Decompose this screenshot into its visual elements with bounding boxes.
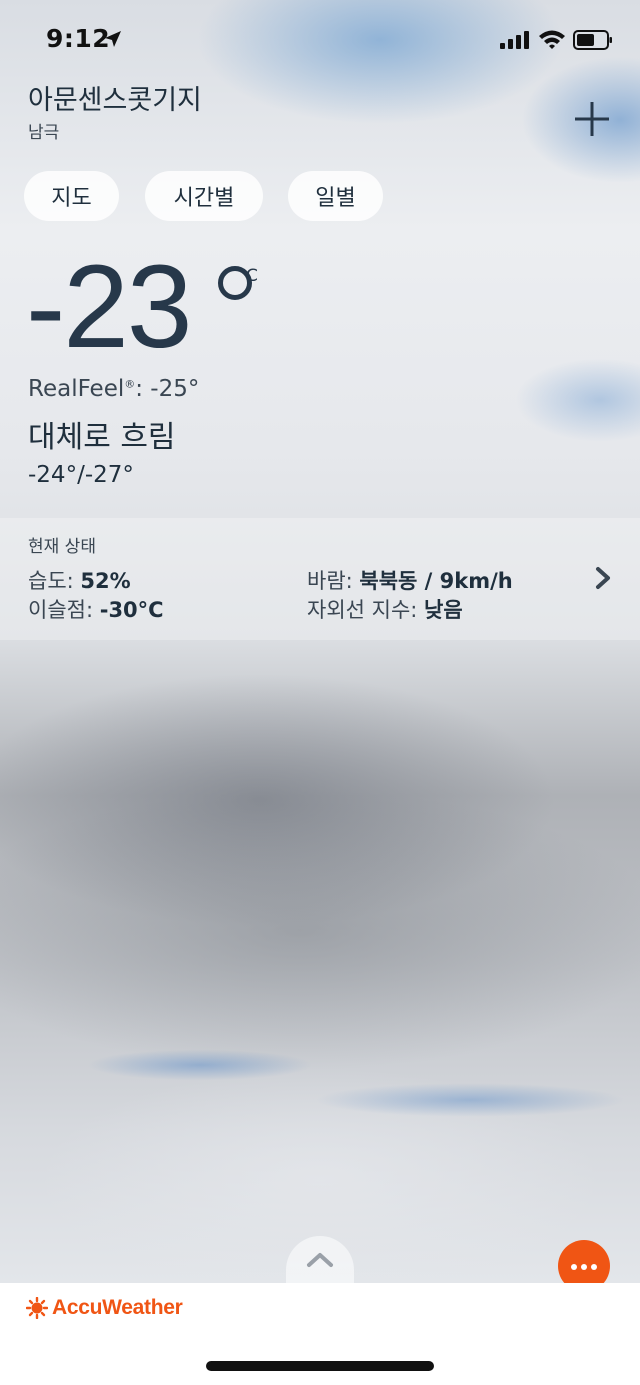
weather-condition: 대체로 흐림 (28, 420, 176, 455)
uv-label: 자외선 지수: (307, 598, 418, 622)
temperature-unit: C (246, 266, 258, 286)
realfeel-mark: ® (124, 377, 136, 391)
dew-point-value: -30°C (99, 598, 164, 622)
home-indicator[interactable] (206, 1361, 434, 1371)
wifi-icon (539, 30, 565, 49)
city-name: 아문센스콧기지 (28, 85, 202, 116)
current-temperature: -23 (26, 241, 193, 373)
uv-index: 자외선 지수: 낮음 (307, 594, 463, 624)
dew-point-label: 이슬점: (28, 598, 94, 622)
brand-logo: AccuWeather (52, 1296, 183, 1319)
humidity: 습도: 52% (28, 565, 131, 595)
tab-daily[interactable]: 일별 (288, 171, 383, 221)
tab-hourly-label: 시간별 (173, 186, 235, 211)
chevron-right-icon[interactable] (592, 565, 614, 591)
signal-icon (500, 31, 529, 49)
tab-hourly[interactable]: 시간별 (145, 171, 263, 221)
region-name: 남극 (28, 123, 60, 143)
wind: 바람: 북북동 / 9km/h (307, 565, 513, 595)
status-bar: 9:12 (0, 0, 640, 80)
uv-value: 낮음 (424, 598, 463, 622)
location-arrow-icon (105, 31, 121, 47)
high-low-temperature: -24°/-27° (28, 462, 134, 488)
status-time: 9:12 (46, 24, 111, 53)
wind-label: 바람: (307, 569, 353, 593)
plus-icon[interactable] (573, 100, 611, 138)
dew-point: 이슬점: -30°C (28, 594, 164, 624)
humidity-label: 습도: (28, 569, 74, 593)
realfeel-value: : -25° (135, 376, 200, 402)
tab-map[interactable]: 지도 (24, 171, 119, 221)
wind-value: 북북동 / 9km/h (359, 569, 513, 593)
humidity-value: 52% (80, 569, 131, 593)
realfeel-label: RealFeel (28, 376, 125, 402)
battery-icon (573, 30, 612, 50)
accuweather-sun-icon (26, 1297, 48, 1319)
tab-daily-label: 일별 (315, 186, 356, 211)
realfeel: RealFeel®: -25° (28, 376, 199, 402)
chevron-up-icon (307, 1253, 333, 1267)
tab-map-label: 지도 (51, 186, 92, 211)
current-conditions-title: 현재 상태 (28, 537, 96, 557)
